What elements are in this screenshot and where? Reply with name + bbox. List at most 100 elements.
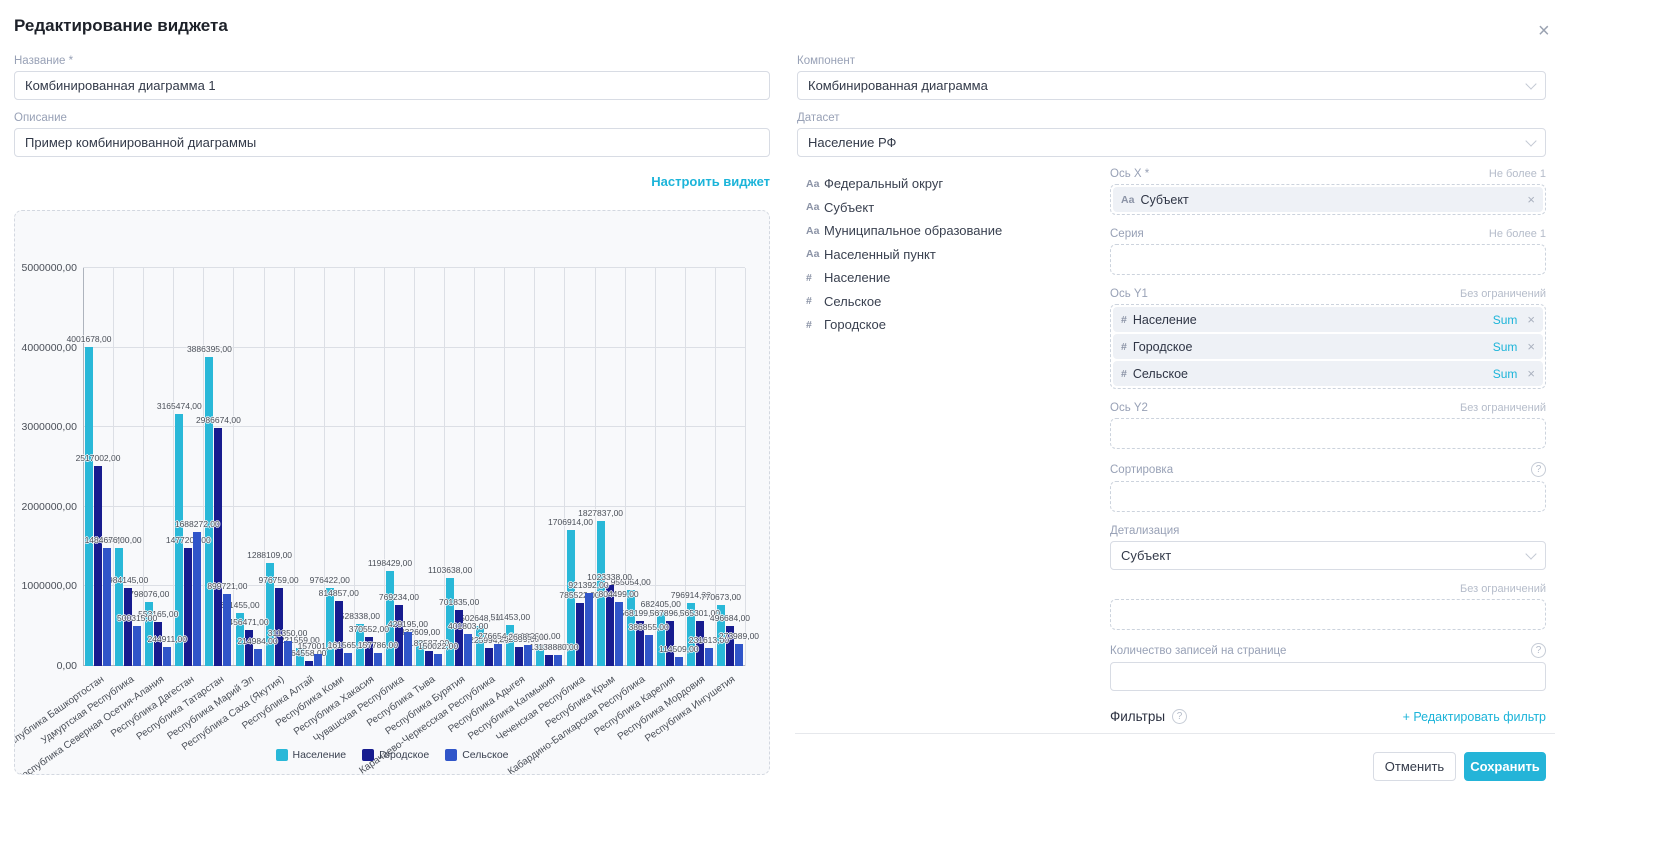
chart-bar[interactable] bbox=[395, 605, 403, 666]
description-input[interactable]: Пример комбинированной диаграммы bbox=[14, 128, 770, 157]
remove-chip-icon[interactable]: × bbox=[1527, 192, 1535, 207]
chart-bar[interactable] bbox=[284, 641, 292, 666]
extra-dropzone[interactable] bbox=[1110, 599, 1546, 630]
field-list-item[interactable]: AaФедеральный округ bbox=[806, 172, 1096, 196]
chart-bar[interactable] bbox=[326, 588, 334, 666]
axis-field-chip[interactable]: #СельскоеSum× bbox=[1113, 361, 1543, 386]
chart-bar[interactable] bbox=[554, 655, 562, 666]
series-dropzone[interactable] bbox=[1110, 244, 1546, 275]
chart-bar[interactable] bbox=[485, 648, 493, 666]
chart-bar[interactable] bbox=[705, 648, 713, 666]
chart-bar[interactable] bbox=[576, 603, 584, 666]
edit-filter-link[interactable]: + Редактировать фильтр bbox=[1403, 710, 1546, 724]
axis-field-chip[interactable]: #ГородскоеSum× bbox=[1113, 334, 1543, 359]
chart-bar[interactable] bbox=[585, 593, 593, 666]
text-field-icon: Aa bbox=[806, 178, 824, 190]
y2-axis-dropzone[interactable] bbox=[1110, 418, 1546, 449]
chart-bar[interactable] bbox=[163, 647, 171, 666]
chart-bar[interactable] bbox=[735, 644, 743, 666]
chart-bar[interactable] bbox=[675, 657, 683, 666]
cancel-button[interactable]: Отменить bbox=[1373, 752, 1456, 781]
chart-bar[interactable] bbox=[133, 626, 141, 666]
chart-bar[interactable] bbox=[193, 532, 201, 666]
name-input[interactable]: Комбинированная диаграмма 1 bbox=[14, 71, 770, 100]
save-button[interactable]: Сохранить bbox=[1464, 752, 1546, 781]
sorting-dropzone[interactable] bbox=[1110, 481, 1546, 512]
chart-bar[interactable] bbox=[124, 588, 132, 666]
chart-bar[interactable] bbox=[645, 635, 653, 666]
chart-bar[interactable] bbox=[374, 653, 382, 666]
bar-value-label: 1103638,00 bbox=[428, 565, 472, 575]
chart-bar[interactable] bbox=[115, 548, 123, 666]
aggregation-badge[interactable]: Sum bbox=[1493, 340, 1518, 354]
gridline-vertical bbox=[384, 268, 385, 666]
chart-bar[interactable] bbox=[223, 594, 231, 666]
aggregation-badge[interactable]: Sum bbox=[1493, 313, 1518, 327]
filters-help-icon[interactable]: ? bbox=[1172, 709, 1187, 724]
x-axis-dropzone[interactable]: AaСубъект× bbox=[1110, 184, 1546, 215]
chart-bar[interactable] bbox=[254, 649, 262, 666]
chart-bar[interactable] bbox=[94, 466, 102, 666]
chart-bar[interactable] bbox=[425, 651, 433, 666]
field-list-item[interactable]: #Городское bbox=[806, 313, 1096, 337]
bar-value-label: 511453,00 bbox=[491, 612, 531, 622]
field-list-item[interactable]: AaМуниципальное образование bbox=[806, 219, 1096, 243]
field-list-item-label: Субъект bbox=[824, 200, 874, 215]
sorting-help-icon[interactable]: ? bbox=[1531, 462, 1546, 477]
axis-field-chip[interactable]: #НаселениеSum× bbox=[1113, 307, 1543, 332]
chart-bar[interactable] bbox=[524, 645, 532, 666]
gridline-vertical bbox=[595, 268, 596, 666]
page-size-help-icon[interactable]: ? bbox=[1531, 643, 1546, 658]
axis-field-chip[interactable]: AaСубъект× bbox=[1113, 187, 1543, 212]
description-field-label: Описание bbox=[14, 112, 770, 124]
remove-chip-icon[interactable]: × bbox=[1527, 312, 1535, 327]
field-list-item[interactable]: #Сельское bbox=[806, 290, 1096, 314]
close-icon[interactable]: × bbox=[1538, 24, 1550, 38]
chart-bar[interactable] bbox=[314, 654, 322, 666]
remove-chip-icon[interactable]: × bbox=[1527, 366, 1535, 381]
chart-bar[interactable] bbox=[545, 655, 553, 666]
component-field-label: Компонент bbox=[797, 55, 1546, 67]
bar-value-label: 1288109,00 bbox=[247, 550, 292, 560]
bar-value-label: 138880,00 bbox=[538, 642, 578, 652]
gridline-vertical bbox=[113, 268, 114, 666]
chart-bar[interactable] bbox=[434, 654, 442, 666]
chart-bar[interactable] bbox=[494, 644, 502, 666]
page-size-input[interactable] bbox=[1110, 662, 1546, 691]
dataset-select[interactable]: Население РФ bbox=[797, 128, 1546, 157]
footer-divider bbox=[795, 733, 1555, 734]
bar-value-label: 3165474,00 bbox=[157, 401, 202, 411]
remove-chip-icon[interactable]: × bbox=[1527, 339, 1535, 354]
chart-bar[interactable] bbox=[85, 347, 93, 666]
chart-bar[interactable] bbox=[615, 602, 623, 666]
field-list-item[interactable]: AaНаселенный пункт bbox=[806, 243, 1096, 267]
chart-bar[interactable] bbox=[305, 661, 313, 666]
bar-value-label: 528338,00 bbox=[340, 611, 380, 621]
component-select-value: Комбинированная диаграмма bbox=[808, 78, 988, 93]
chart-bar[interactable] bbox=[205, 357, 213, 666]
chart-bar[interactable] bbox=[184, 548, 192, 666]
y2-axis-limit-hint: Без ограничений bbox=[1460, 402, 1546, 414]
chart-bar[interactable] bbox=[103, 548, 111, 666]
chart-bar[interactable] bbox=[335, 601, 343, 666]
chart-bar[interactable] bbox=[455, 610, 463, 666]
component-select[interactable]: Комбинированная диаграмма bbox=[797, 71, 1546, 100]
y-axis-tick-label: 2000000,00 bbox=[14, 501, 77, 513]
configure-widget-link[interactable]: Настроить виджет bbox=[14, 174, 770, 189]
dataset-fields-list: AaФедеральный округAaСубъектAaМуниципаль… bbox=[806, 172, 1096, 337]
detail-select[interactable]: Субъект bbox=[1110, 541, 1546, 570]
chart-bar[interactable] bbox=[154, 622, 162, 666]
field-list-item[interactable]: AaСубъект bbox=[806, 196, 1096, 220]
y1-axis-dropzone[interactable]: #НаселениеSum×#ГородскоеSum×#СельскоеSum… bbox=[1110, 304, 1546, 389]
edit-widget-modal: Редактирование виджета × Название * Комб… bbox=[0, 0, 1669, 844]
aggregation-badge[interactable]: Sum bbox=[1493, 367, 1518, 381]
legend-swatch bbox=[276, 749, 288, 761]
chart-bar[interactable] bbox=[214, 428, 222, 666]
chart-bar[interactable] bbox=[657, 612, 665, 666]
chart-bar[interactable] bbox=[464, 634, 472, 666]
chart-bar[interactable] bbox=[344, 653, 352, 666]
field-list-item[interactable]: #Население bbox=[806, 266, 1096, 290]
chart-bar[interactable] bbox=[515, 647, 523, 666]
chart-bar[interactable] bbox=[275, 588, 283, 666]
chart-bar[interactable] bbox=[404, 632, 412, 666]
